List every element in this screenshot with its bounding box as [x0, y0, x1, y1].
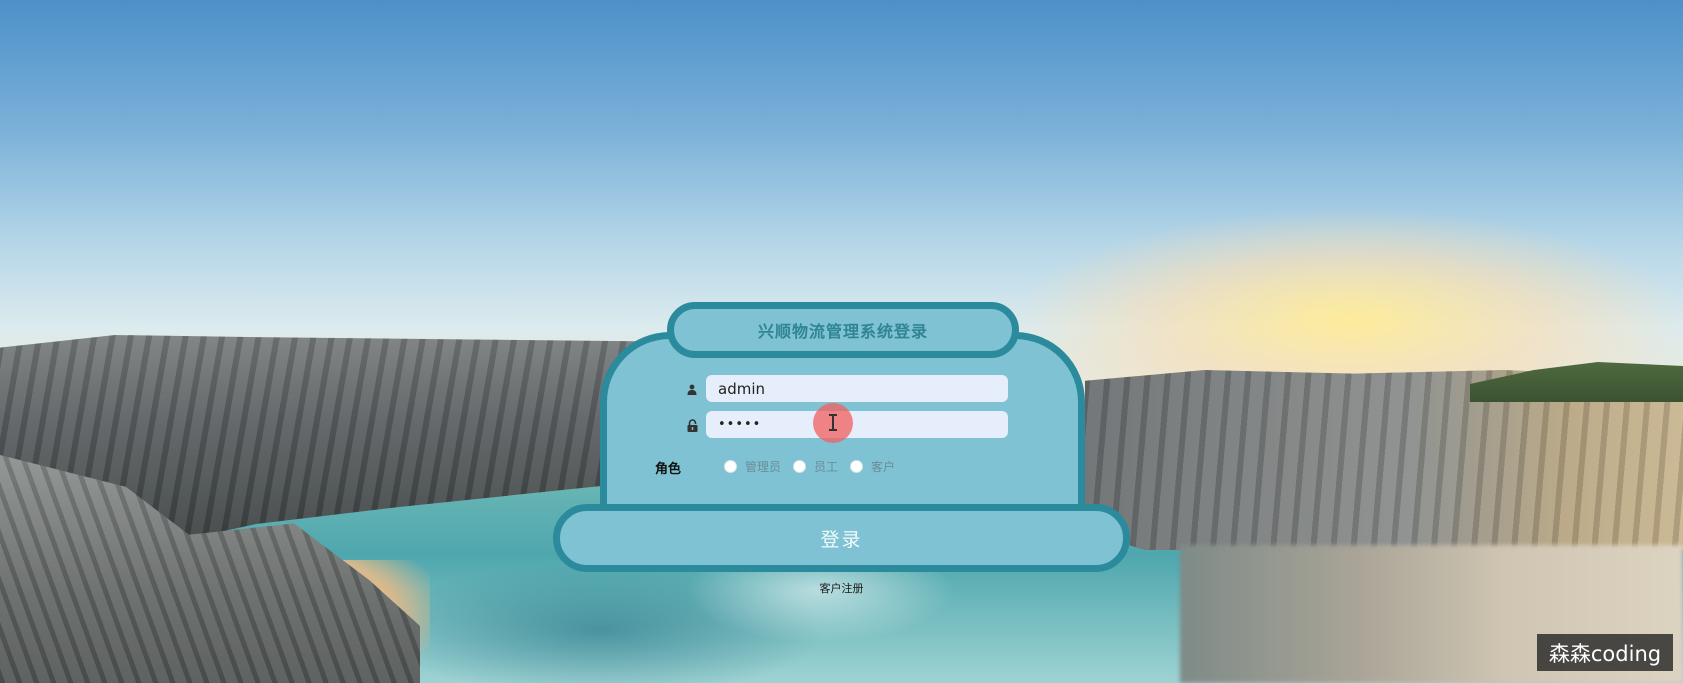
text-cursor-icon: [829, 414, 837, 431]
radio-employee[interactable]: [793, 460, 806, 473]
role-option-label: 客户: [871, 460, 896, 474]
password-value: •••••: [718, 417, 762, 432]
login-title: 兴顺物流管理系统登录: [757, 322, 928, 341]
register-link-text[interactable]: 客户注册: [820, 582, 864, 595]
role-label: 角色: [655, 462, 682, 477]
radio-customer[interactable]: [850, 460, 863, 473]
user-icon: [685, 382, 699, 396]
login-button-label: 登录: [820, 528, 863, 551]
role-option-label: 管理员: [745, 460, 782, 474]
watermark: 森森coding: [1537, 634, 1673, 671]
username-input[interactable]: admin: [706, 375, 1008, 402]
role-option-label: 员工: [814, 460, 839, 474]
role-option-customer[interactable]: 客户: [850, 458, 895, 475]
login-title-tab: 兴顺物流管理系统登录: [667, 302, 1019, 358]
role-option-admin[interactable]: 管理员: [724, 458, 781, 475]
register-link: 客户注册: [0, 580, 1683, 596]
login-button[interactable]: 登录: [553, 504, 1130, 572]
radio-admin[interactable]: [724, 460, 737, 473]
watermark-text: 森森coding: [1548, 641, 1662, 666]
username-value: admin: [718, 379, 765, 398]
lock-icon: [685, 418, 699, 432]
password-input[interactable]: •••••: [706, 411, 1008, 438]
role-option-employee[interactable]: 员工: [793, 458, 838, 475]
